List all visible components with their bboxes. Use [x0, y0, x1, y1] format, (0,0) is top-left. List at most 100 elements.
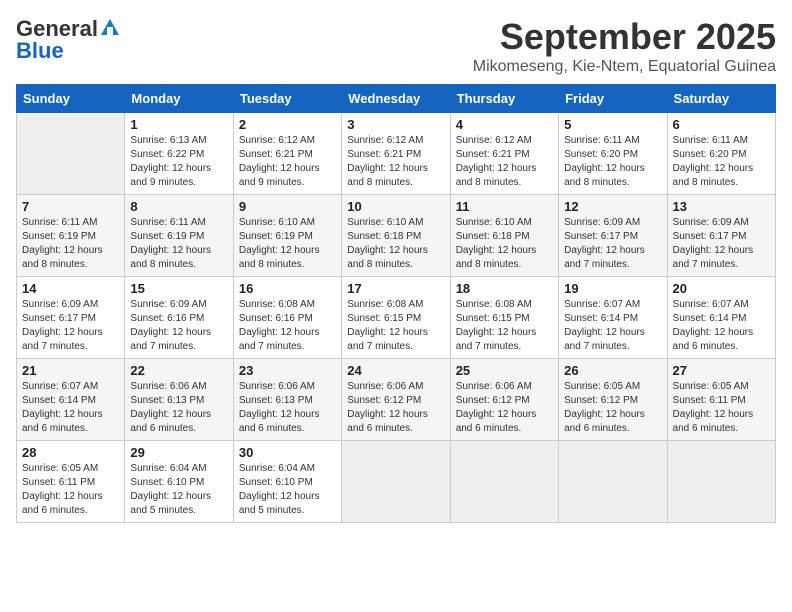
header: General Blue September 2025 Mikomeseng, …	[16, 16, 776, 76]
day-number: 17	[347, 281, 444, 296]
title-area: September 2025 Mikomeseng, Kie-Ntem, Equ…	[473, 16, 776, 76]
day-number: 6	[673, 117, 770, 132]
calendar-cell: 23 Sunrise: 6:06 AMSunset: 6:13 PMDayligh…	[233, 359, 341, 441]
day-number: 23	[239, 363, 336, 378]
calendar-cell: 3 Sunrise: 6:12 AMSunset: 6:21 PMDaylight…	[342, 113, 450, 195]
day-number: 26	[564, 363, 661, 378]
day-info: Sunrise: 6:08 AMSunset: 6:16 PMDaylight:…	[239, 298, 336, 354]
logo: General Blue	[16, 16, 121, 64]
calendar-cell: 27 Sunrise: 6:05 AMSunset: 6:11 PMDayligh…	[667, 359, 775, 441]
day-info: Sunrise: 6:11 AMSunset: 6:20 PMDaylight:…	[564, 134, 661, 190]
day-info: Sunrise: 6:06 AMSunset: 6:13 PMDaylight:…	[239, 380, 336, 436]
calendar-cell: 1 Sunrise: 6:13 AMSunset: 6:22 PMDaylight…	[125, 113, 233, 195]
day-number: 27	[673, 363, 770, 378]
day-info: Sunrise: 6:11 AMSunset: 6:19 PMDaylight:…	[22, 216, 119, 272]
day-number: 14	[22, 281, 119, 296]
day-number: 11	[456, 199, 553, 214]
calendar-cell	[450, 441, 558, 523]
day-number: 5	[564, 117, 661, 132]
day-info: Sunrise: 6:11 AMSunset: 6:20 PMDaylight:…	[673, 134, 770, 190]
day-number: 18	[456, 281, 553, 296]
calendar-cell: 2 Sunrise: 6:12 AMSunset: 6:21 PMDaylight…	[233, 113, 341, 195]
calendar-cell: 22 Sunrise: 6:06 AMSunset: 6:13 PMDayligh…	[125, 359, 233, 441]
calendar-cell: 18 Sunrise: 6:08 AMSunset: 6:15 PMDayligh…	[450, 277, 558, 359]
calendar-table: SundayMondayTuesdayWednesdayThursdayFrid…	[16, 84, 776, 523]
dow-header-sunday: Sunday	[17, 85, 125, 113]
day-number: 1	[130, 117, 227, 132]
day-info: Sunrise: 6:08 AMSunset: 6:15 PMDaylight:…	[456, 298, 553, 354]
dow-header-thursday: Thursday	[450, 85, 558, 113]
dow-header-saturday: Saturday	[667, 85, 775, 113]
day-number: 16	[239, 281, 336, 296]
calendar-cell: 30 Sunrise: 6:04 AMSunset: 6:10 PMDayligh…	[233, 441, 341, 523]
day-number: 28	[22, 445, 119, 460]
calendar-cell: 7 Sunrise: 6:11 AMSunset: 6:19 PMDaylight…	[17, 195, 125, 277]
subtitle: Mikomeseng, Kie-Ntem, Equatorial Guinea	[473, 58, 776, 76]
day-info: Sunrise: 6:10 AMSunset: 6:19 PMDaylight:…	[239, 216, 336, 272]
day-number: 13	[673, 199, 770, 214]
day-info: Sunrise: 6:07 AMSunset: 6:14 PMDaylight:…	[564, 298, 661, 354]
day-number: 2	[239, 117, 336, 132]
day-number: 12	[564, 199, 661, 214]
day-info: Sunrise: 6:09 AMSunset: 6:17 PMDaylight:…	[673, 216, 770, 272]
calendar-cell: 5 Sunrise: 6:11 AMSunset: 6:20 PMDaylight…	[559, 113, 667, 195]
calendar-cell: 29Sunrise: 6:04 AMSunset: 6:10 PMDayligh…	[125, 441, 233, 523]
day-number: 15	[130, 281, 227, 296]
day-info: Sunrise: 6:07 AMSunset: 6:14 PMDaylight:…	[22, 380, 119, 436]
day-info: Sunrise: 6:13 AMSunset: 6:22 PMDaylight:…	[130, 134, 227, 190]
calendar-cell: 28Sunrise: 6:05 AMSunset: 6:11 PMDayligh…	[17, 441, 125, 523]
day-number: 4	[456, 117, 553, 132]
day-number: 21	[22, 363, 119, 378]
calendar-cell: 11 Sunrise: 6:10 AMSunset: 6:18 PMDayligh…	[450, 195, 558, 277]
calendar-cell: 9 Sunrise: 6:10 AMSunset: 6:19 PMDaylight…	[233, 195, 341, 277]
day-info: Sunrise: 6:06 AMSunset: 6:13 PMDaylight:…	[130, 380, 227, 436]
day-info: Sunrise: 6:10 AMSunset: 6:18 PMDaylight:…	[456, 216, 553, 272]
day-info: Sunrise: 6:05 AMSunset: 6:11 PMDaylight:…	[673, 380, 770, 436]
calendar-cell: 6 Sunrise: 6:11 AMSunset: 6:20 PMDaylight…	[667, 113, 775, 195]
calendar-cell: 4 Sunrise: 6:12 AMSunset: 6:21 PMDaylight…	[450, 113, 558, 195]
logo-icon	[99, 17, 121, 39]
day-number: 24	[347, 363, 444, 378]
day-number: 10	[347, 199, 444, 214]
calendar-cell	[667, 441, 775, 523]
calendar-cell: 15 Sunrise: 6:09 AMSunset: 6:16 PMDayligh…	[125, 277, 233, 359]
calendar-cell	[559, 441, 667, 523]
calendar-cell: 16 Sunrise: 6:08 AMSunset: 6:16 PMDayligh…	[233, 277, 341, 359]
day-number: 22	[130, 363, 227, 378]
calendar-cell	[342, 441, 450, 523]
calendar-cell: 25 Sunrise: 6:06 AMSunset: 6:12 PMDayligh…	[450, 359, 558, 441]
day-number: 9	[239, 199, 336, 214]
day-info: Sunrise: 6:09 AMSunset: 6:17 PMDaylight:…	[564, 216, 661, 272]
day-info: Sunrise: 6:05 AMSunset: 6:12 PMDaylight:…	[564, 380, 661, 436]
day-info: Sunrise: 6:12 AMSunset: 6:21 PMDaylight:…	[347, 134, 444, 190]
calendar-cell: 21 Sunrise: 6:07 AMSunset: 6:14 PMDayligh…	[17, 359, 125, 441]
calendar-cell: 8Sunrise: 6:11 AMSunset: 6:19 PMDaylight…	[125, 195, 233, 277]
day-info: Sunrise: 6:04 AMSunset: 6:10 PMDaylight:…	[130, 462, 227, 518]
calendar-cell: 26 Sunrise: 6:05 AMSunset: 6:12 PMDayligh…	[559, 359, 667, 441]
day-number: 3	[347, 117, 444, 132]
day-info: Sunrise: 6:09 AMSunset: 6:16 PMDaylight:…	[130, 298, 227, 354]
day-info: Sunrise: 6:12 AMSunset: 6:21 PMDaylight:…	[456, 134, 553, 190]
calendar-cell: 20 Sunrise: 6:07 AMSunset: 6:14 PMDayligh…	[667, 277, 775, 359]
calendar-cell: 12 Sunrise: 6:09 AMSunset: 6:17 PMDayligh…	[559, 195, 667, 277]
dow-header-monday: Monday	[125, 85, 233, 113]
dow-header-wednesday: Wednesday	[342, 85, 450, 113]
day-number: 30	[239, 445, 336, 460]
calendar-cell: 14Sunrise: 6:09 AMSunset: 6:17 PMDayligh…	[17, 277, 125, 359]
logo-text-blue: Blue	[16, 38, 64, 64]
day-number: 20	[673, 281, 770, 296]
day-info: Sunrise: 6:10 AMSunset: 6:18 PMDaylight:…	[347, 216, 444, 272]
calendar-cell: 24 Sunrise: 6:06 AMSunset: 6:12 PMDayligh…	[342, 359, 450, 441]
day-info: Sunrise: 6:04 AMSunset: 6:10 PMDaylight:…	[239, 462, 336, 518]
day-number: 19	[564, 281, 661, 296]
day-number: 25	[456, 363, 553, 378]
calendar-cell: 13 Sunrise: 6:09 AMSunset: 6:17 PMDayligh…	[667, 195, 775, 277]
day-info: Sunrise: 6:06 AMSunset: 6:12 PMDaylight:…	[347, 380, 444, 436]
day-info: Sunrise: 6:06 AMSunset: 6:12 PMDaylight:…	[456, 380, 553, 436]
calendar-cell: 19 Sunrise: 6:07 AMSunset: 6:14 PMDayligh…	[559, 277, 667, 359]
day-info: Sunrise: 6:07 AMSunset: 6:14 PMDaylight:…	[673, 298, 770, 354]
dow-header-tuesday: Tuesday	[233, 85, 341, 113]
day-number: 7	[22, 199, 119, 214]
day-info: Sunrise: 6:12 AMSunset: 6:21 PMDaylight:…	[239, 134, 336, 190]
month-title: September 2025	[473, 16, 776, 58]
